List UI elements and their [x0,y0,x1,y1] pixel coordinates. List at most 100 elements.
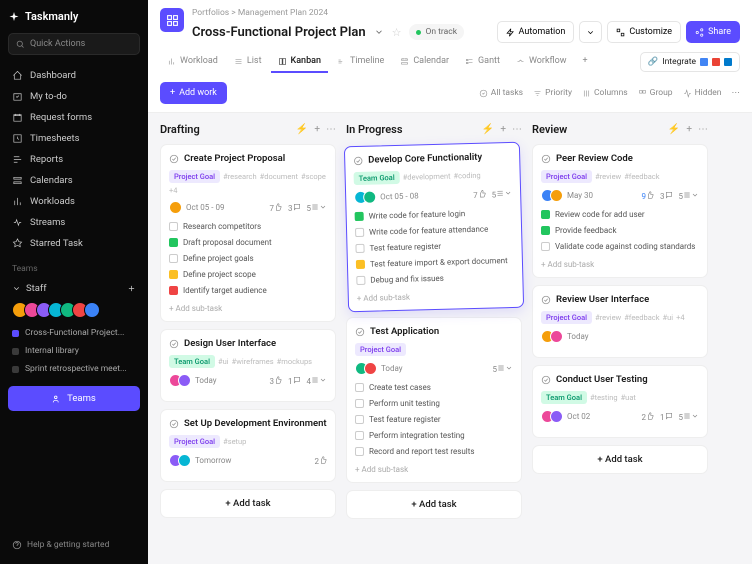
tab-gantt[interactable]: Gantt [458,51,507,73]
nav-workloads[interactable]: Workloads [8,191,140,212]
nav-timesheets[interactable]: Timesheets [8,128,140,149]
add-task-button[interactable]: + Add task [532,445,708,474]
tag: #document [260,172,298,181]
bolt-icon[interactable]: ⚡ [668,124,680,135]
chevron-down-icon[interactable] [374,27,384,37]
column-drafting: Drafting⚡+⋯Create Project ProposalProjec… [160,123,336,554]
bolt-icon[interactable]: ⚡ [296,124,308,135]
subtask[interactable]: Draft proposal document [169,236,327,249]
task-card[interactable]: Develop Core FunctionalityTeam Goal#deve… [344,142,524,313]
project-item[interactable]: Sprint retrospective meet... [8,360,140,378]
add-subtask[interactable]: + Add sub-task [355,465,513,474]
plus-icon[interactable]: + [314,124,320,135]
task-card[interactable]: Create Project ProposalProject Goal#rese… [160,144,336,322]
status-badge[interactable]: On track [409,24,464,40]
subtask[interactable]: Write code for feature attendance [355,222,513,239]
add-task-button[interactable]: + Add task [346,490,522,519]
avatar [550,410,563,423]
automation-button[interactable]: Automation [497,21,575,43]
column-title: In Progress [346,123,402,136]
more-icon[interactable]: ⋯ [732,88,741,98]
tab-calendar[interactable]: Calendar [393,51,456,73]
task-card[interactable]: Conduct User TestingTeam Goal#testing#ua… [532,365,708,438]
task-card[interactable]: Test ApplicationProject GoalToday5Create… [346,317,522,483]
toolbar-all-tasks[interactable]: All tasks [479,88,523,98]
star-icon[interactable]: ☆ [392,26,402,39]
tag: #feedback [624,313,659,322]
teams-button[interactable]: Teams [8,386,140,411]
tag: #scope [301,172,326,181]
share-button[interactable]: Share [686,21,740,43]
subtask[interactable]: Validate code against coding standards [541,240,699,253]
subtask[interactable]: Provide feedback [541,224,699,237]
toolbar-group[interactable]: Group [638,88,673,98]
tab-timeline[interactable]: Timeline [330,51,391,73]
plus-icon[interactable]: + [500,124,506,135]
tab-kanban[interactable]: Kanban [271,51,328,73]
search-input[interactable]: Quick Actions [8,33,140,55]
subtask[interactable]: Review code for add user [541,208,699,221]
nav-calendars[interactable]: Calendars [8,170,140,191]
card-title: Conduct User Testing [556,374,648,385]
users-icon [52,394,62,404]
sliders-icon [616,28,625,37]
nav-my-to-do[interactable]: My to-do [8,86,140,107]
subtask[interactable]: Define project scope [169,268,327,281]
subtask[interactable]: Test feature import & export document [356,254,514,271]
project-item[interactable]: Cross-Functional Project... [8,324,140,342]
card-date: Oct 05 - 09 [186,203,224,212]
nav-streams[interactable]: Streams [8,212,140,233]
subtask[interactable]: Write code for feature login [355,206,513,223]
subtask[interactable]: Record and report test results [355,445,513,458]
subtask[interactable]: Research competitors [169,220,327,233]
card-date: May 30 [567,191,593,200]
add-task-button[interactable]: + Add task [160,489,336,518]
add-subtask[interactable]: + Add sub-task [357,290,515,303]
project-item[interactable]: Internal library [8,342,140,360]
tag: +4 [676,313,684,322]
subtask[interactable]: Debug and fix issues [356,270,514,287]
plus-icon[interactable] [127,284,136,293]
tab-workload[interactable]: Workload [160,51,225,73]
nav-starred-task[interactable]: Starred Task [8,233,140,254]
tag: #wireframes [232,357,274,366]
bolt-icon[interactable]: ⚡ [482,124,494,135]
subtask[interactable]: Test feature register [355,413,513,426]
team-staff[interactable]: Staff [8,279,140,298]
task-card[interactable]: Set Up Development EnvironmentProject Go… [160,409,336,482]
help-link[interactable]: Help & getting started [8,536,140,554]
check-circle-icon [169,154,179,164]
card-date: Today [195,376,217,385]
plus-icon[interactable]: + [686,124,692,135]
task-card[interactable]: Peer Review CodeProject Goal#review#feed… [532,144,708,278]
more-icon[interactable]: ⋯ [512,124,522,135]
automation-dropdown[interactable] [579,21,602,43]
add-subtask[interactable]: + Add sub-task [541,260,699,269]
nav-request-forms[interactable]: Request forms [8,107,140,128]
customize-button[interactable]: Customize [607,21,681,43]
breadcrumb[interactable]: Portfolios > Management Plan 2024 [192,8,740,18]
integrate-button[interactable]: 🔗Integrate [640,52,740,72]
sidebar: Taskmanly Quick Actions DashboardMy to-d… [0,0,148,564]
toolbar-priority[interactable]: Priority [533,88,572,98]
toolbar-hidden[interactable]: Hidden [683,88,722,98]
subtask[interactable]: Perform unit testing [355,397,513,410]
more-icon[interactable]: ⋯ [326,124,336,135]
subtask[interactable]: Create test cases [355,381,513,394]
task-card[interactable]: Design User InterfaceTeam Goal#ui#wirefr… [160,329,336,402]
subtask[interactable]: Define project goals [169,252,327,265]
toolbar-columns[interactable]: Columns [582,88,628,98]
add-subtask[interactable]: + Add sub-task [169,304,327,313]
subtask[interactable]: Identify target audience [169,284,327,297]
more-icon[interactable]: ⋯ [698,124,708,135]
add-tab[interactable]: + [576,51,595,73]
tab-workflow[interactable]: Workflow [509,51,574,73]
add-work-button[interactable]: +Add work [160,82,227,104]
subtask[interactable]: Test feature register [355,238,513,255]
task-card[interactable]: Review User InterfaceProject Goal#review… [532,285,708,358]
nav-reports[interactable]: Reports [8,149,140,170]
nav-dashboard[interactable]: Dashboard [8,65,140,86]
tab-list[interactable]: List [227,51,269,73]
subtask[interactable]: Perform integration testing [355,429,513,442]
avatar [178,374,191,387]
